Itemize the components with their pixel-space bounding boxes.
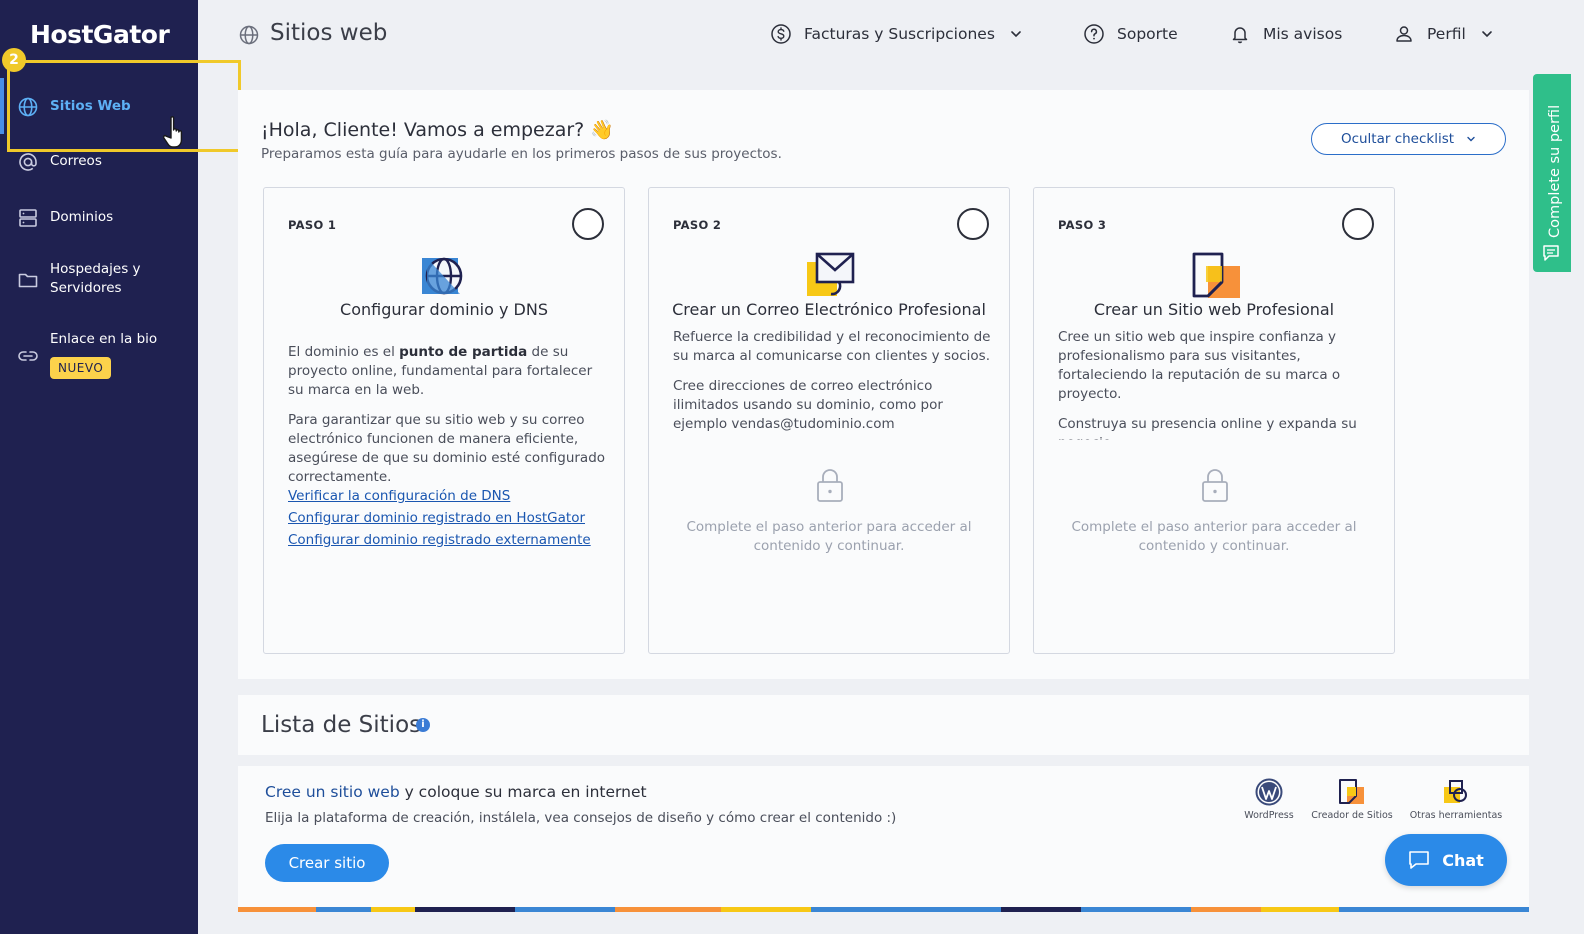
sidebar-item-label: Hospedajes y Servidores [50, 261, 141, 296]
chat-label: Chat [1442, 850, 1484, 870]
sidebar-item-hospedajes[interactable]: Hospedajes y Servidores [0, 260, 198, 302]
tutorial-step-marker: 2 [2, 48, 26, 72]
tool-label: WordPress [1244, 810, 1294, 821]
info-icon[interactable]: i [416, 718, 430, 732]
step-card-2: PASO 2 Crear un Correo Electrónico Profe… [648, 187, 1010, 654]
folder-icon [18, 273, 38, 288]
configure-external-domain-link[interactable]: Configurar dominio registrado externamen… [288, 529, 606, 551]
step-description: Refuerce la credibilidad y el reconocimi… [673, 329, 991, 432]
step-label: PASO 2 [673, 218, 722, 232]
hide-checklist-label: Ocultar checklist [1340, 131, 1455, 147]
lock-icon [1202, 469, 1228, 502]
domain-globe-illustration [422, 257, 463, 295]
bell-icon [1232, 27, 1248, 44]
server-icon [19, 209, 37, 227]
hostgator-logo[interactable]: HostGator [30, 20, 170, 49]
sidebar-item-label: Enlace en la bio [50, 331, 158, 347]
locked-message: Complete el paso anterior para acceder a… [686, 519, 972, 554]
tool-label: Otras herramientas [1409, 810, 1503, 821]
hide-checklist-button[interactable]: Ocultar checklist [1311, 123, 1506, 155]
profile-label: Perfil [1427, 25, 1466, 43]
billing-menu[interactable]: Facturas y Suscripciones [770, 23, 1023, 45]
chat-bubble-icon [1543, 245, 1559, 261]
notices-label: Mis avisos [1263, 25, 1343, 43]
help-icon [1084, 24, 1104, 44]
wordpress-tool[interactable]: WordPress [1239, 778, 1299, 821]
support-link[interactable]: Soporte [1083, 23, 1178, 45]
sidebar-item-label: Sitios Web [50, 98, 131, 114]
top-bar: Sitios web Facturas y Suscripciones Sopo… [198, 0, 1584, 70]
wordpress-icon [1255, 778, 1283, 806]
step-checkbox[interactable] [1342, 208, 1374, 240]
link-icon [18, 351, 38, 361]
create-site-button[interactable]: Crear sitio [265, 844, 389, 882]
notices-link[interactable]: Mis avisos [1229, 23, 1342, 45]
greeting-subtitle: Preparamos esta guía para ayudarle en lo… [261, 146, 782, 162]
globe-icon [239, 25, 259, 45]
other-tools[interactable]: Otras herramientas [1406, 778, 1506, 821]
support-label: Soporte [1117, 25, 1178, 43]
locked-message: Complete el paso anterior para acceder a… [1071, 519, 1357, 554]
tool-label: Creador de Sitios [1311, 810, 1393, 821]
dollar-icon [771, 24, 791, 44]
sidebar-item-label: Correos [50, 153, 102, 169]
create-site-subtitle: Elija la plataforma de creación, instále… [265, 810, 897, 826]
sidebar-item-correos[interactable]: Correos [0, 150, 198, 178]
hand-cursor-icon [163, 116, 183, 148]
chat-bubble-icon [1409, 851, 1430, 869]
sidebar-item-label: Dominios [50, 209, 114, 225]
site-list-header: Lista de Sitios i [238, 695, 1529, 755]
website-illustration [1192, 252, 1240, 298]
step-description: El dominio es el punto de partida de su … [288, 343, 606, 551]
profile-menu[interactable]: Perfil [1393, 23, 1494, 45]
email-illustration [807, 252, 855, 296]
brand-stripe [238, 907, 1529, 912]
site-list-title: Lista de Sitios [261, 712, 422, 738]
step-card-3: PASO 3 Crear un Sitio web Profesional Cr… [1033, 187, 1395, 654]
create-site-panel: Cree un sitio web y coloque su marca en … [238, 766, 1529, 910]
site-builder-tool[interactable]: Creador de Sitios [1307, 778, 1397, 821]
greeting-title: ¡Hola, Cliente! Vamos a empezar? 👋 [261, 119, 614, 141]
billing-label: Facturas y Suscripciones [804, 25, 995, 43]
step-checkbox[interactable] [572, 208, 604, 240]
step-label: PASO 1 [288, 218, 337, 232]
globe-icon [18, 97, 38, 117]
step-checkbox[interactable] [957, 208, 989, 240]
configure-hostgator-domain-link[interactable]: Configurar dominio registrado en HostGat… [288, 507, 606, 529]
new-badge: NUEVO [50, 357, 112, 379]
step-card-1: PASO 1 Configurar dominio y DNS El domin… [263, 187, 625, 654]
verify-dns-link[interactable]: Verificar la configuración de DNS [288, 485, 606, 507]
onboarding-checklist: ¡Hola, Cliente! Vamos a empezar? 👋 Prepa… [238, 90, 1529, 679]
chevron-down-icon [1467, 136, 1475, 142]
chevron-down-icon [1011, 31, 1021, 38]
complete-profile-label: Complete su perfil [1547, 104, 1563, 238]
user-icon [1396, 26, 1412, 42]
step-title: Configurar dominio y DNS [340, 300, 548, 319]
at-icon [19, 153, 37, 171]
site-builder-icon [1339, 779, 1364, 804]
lock-icon [817, 469, 843, 502]
page-title: Sitios web [270, 20, 388, 46]
step-label: PASO 3 [1058, 218, 1107, 232]
create-site-title: Cree un sitio web y coloque su marca en … [265, 783, 647, 801]
step-title: Crear un Sitio web Profesional [1093, 300, 1335, 319]
chat-button[interactable]: Chat [1385, 834, 1507, 886]
chevron-down-icon [1481, 31, 1492, 38]
step-title: Crear un Correo Electrónico Profesional [672, 300, 986, 319]
tools-icon [1444, 780, 1467, 803]
sidebar-item-dominios[interactable]: Dominios [0, 206, 198, 234]
step-description: Cree un sitio web que inspire confianza … [1058, 329, 1357, 440]
